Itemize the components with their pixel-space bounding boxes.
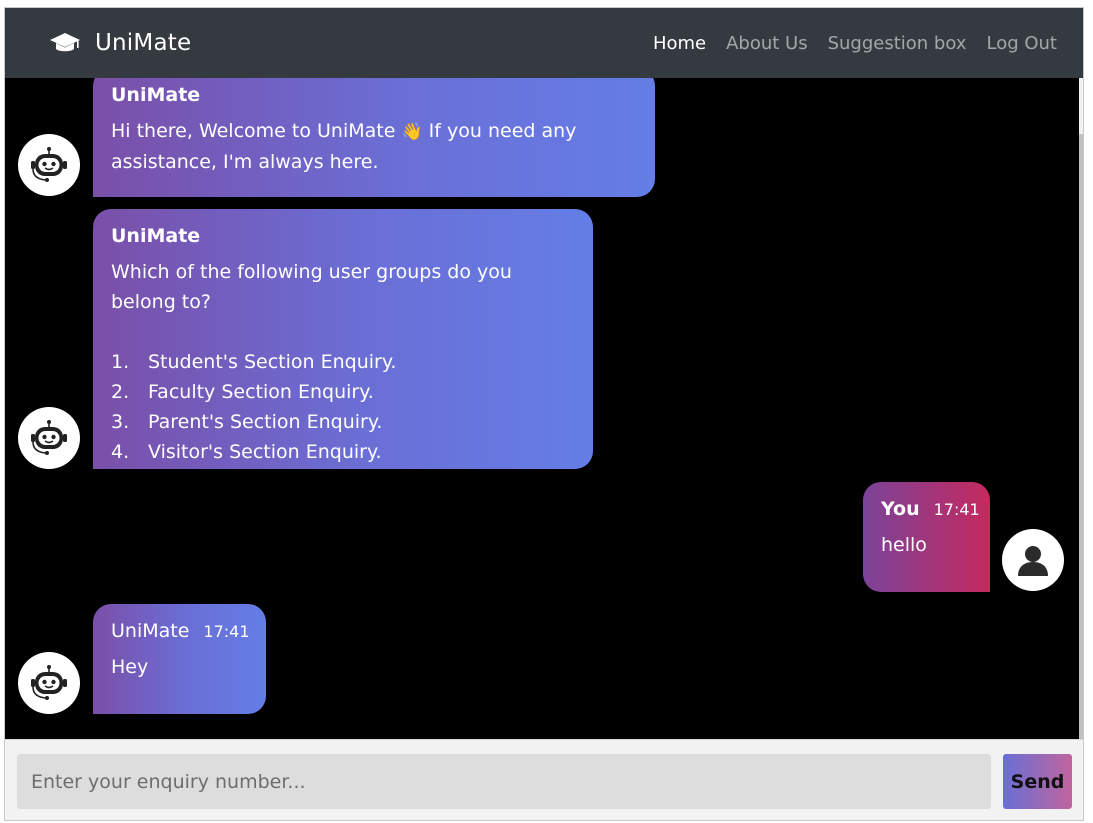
message-composer: Send — [5, 739, 1083, 820]
robot-icon — [31, 147, 67, 182]
message-text-part: Hi there, Welcome to UniMate — [111, 120, 402, 142]
user-avatar — [1002, 529, 1064, 591]
robot-icon — [31, 420, 67, 455]
chat-area[interactable]: UniMate Hi there, Welcome to UniMate 👋 I… — [5, 78, 1079, 739]
graduation-cap-icon — [50, 33, 80, 52]
waving-hand-emoji: 👋 — [401, 122, 423, 142]
message-sender: UniMate — [111, 620, 190, 642]
list-item: 1. Student's Section Enquiry. — [111, 347, 575, 377]
message-header: You 17:41 — [881, 498, 980, 520]
message-time: 17:41 — [933, 500, 980, 519]
user-message: You 17:41 hello — [863, 482, 990, 592]
list-item: 3. Parent's Section Enquiry. — [111, 407, 575, 437]
scrollbar-thumb[interactable] — [1079, 134, 1083, 739]
user-icon — [1018, 546, 1048, 576]
bot-message: UniMate Hi there, Welcome to UniMate 👋 I… — [93, 78, 655, 197]
list-item-text: Faculty Section Enquiry. — [148, 381, 374, 403]
list-item-number: 2. — [111, 381, 130, 403]
message-sender: UniMate — [111, 84, 201, 106]
robot-icon — [31, 665, 67, 700]
navbar: UniMate Home About Us Suggestion box Log… — [5, 8, 1083, 78]
chat-scrollbar[interactable] — [1079, 78, 1083, 739]
message-header: UniMate — [111, 84, 637, 106]
message-sender: UniMate — [111, 225, 201, 247]
list-item-number: 1. — [111, 351, 130, 373]
list-item-text: Student's Section Enquiry. — [148, 351, 397, 373]
app-window: UniMate Home About Us Suggestion box Log… — [4, 7, 1084, 821]
message-sender: You — [881, 498, 920, 520]
message-time: 17:41 — [203, 622, 250, 641]
list-item-text: Parent's Section Enquiry. — [148, 411, 383, 433]
bot-message: UniMate 17:41 Hey — [93, 604, 266, 714]
nav-link-about-us[interactable]: About Us — [726, 33, 808, 54]
nav-link-log-out[interactable]: Log Out — [986, 33, 1057, 54]
list-item-number: 4. — [111, 441, 130, 463]
nav-links: Home About Us Suggestion box Log Out — [653, 33, 1057, 54]
bot-avatar — [18, 134, 80, 196]
enquiry-input[interactable] — [17, 754, 991, 809]
message-text: Hi there, Welcome to UniMate 👋 If you ne… — [111, 116, 637, 177]
message-text: Hey — [111, 656, 149, 678]
list-item-text: Visitor's Section Enquiry. — [148, 441, 382, 463]
message-header: UniMate 17:41 — [111, 620, 250, 642]
list-item: 2. Faculty Section Enquiry. — [111, 377, 575, 407]
message-header: UniMate — [111, 225, 575, 247]
list-item: 4. Visitor's Section Enquiry. — [111, 437, 575, 467]
bot-message: UniMate Which of the following user grou… — [93, 209, 593, 469]
bot-avatar — [18, 407, 80, 469]
message-text: hello — [881, 534, 927, 556]
brand-name: UniMate — [95, 30, 192, 56]
message-text: Which of the following user groups do yo… — [111, 261, 512, 313]
enquiry-options-list: 1. Student's Section Enquiry. 2. Faculty S… — [111, 347, 575, 467]
send-button[interactable]: Send — [1003, 754, 1072, 809]
bot-avatar — [18, 652, 80, 714]
list-item-number: 3. — [111, 411, 130, 433]
brand[interactable]: UniMate — [49, 30, 191, 56]
nav-link-suggestion-box[interactable]: Suggestion box — [828, 33, 967, 54]
nav-link-home[interactable]: Home — [653, 33, 706, 54]
